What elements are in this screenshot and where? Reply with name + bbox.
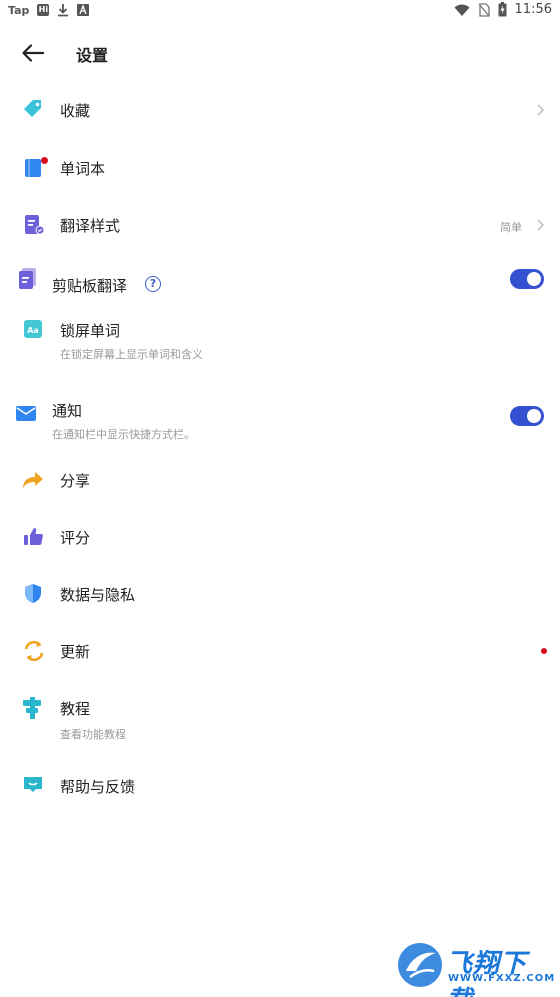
- status-time: 11:56: [514, 2, 552, 17]
- settings-item-label: 单词本: [60, 160, 106, 178]
- settings-item-subtitle: 查看功能教程: [60, 728, 126, 741]
- watermark-brand: 飞翔下载: [446, 949, 528, 997]
- settings-item-label: 翻译样式: [60, 217, 121, 235]
- settings-item-lockscreen-words[interactable]: Aa 锁屏单词 在锁定屏幕上显示单词和含义: [0, 316, 560, 372]
- settings-item-rate[interactable]: 评分: [0, 515, 560, 559]
- shield-icon: [25, 584, 41, 603]
- settings-item-label: 通知: [52, 402, 83, 420]
- wifi-icon: [454, 4, 470, 16]
- settings-item-data-privacy[interactable]: 数据与隐私: [0, 572, 560, 616]
- font-a-icon: [77, 4, 90, 16]
- chevron-right-icon: [537, 104, 544, 116]
- settings-item-label: 剪贴板翻译: [52, 277, 128, 295]
- settings-item-label: 分享: [60, 472, 91, 490]
- settings-item-clipboard-translate[interactable]: 剪贴板翻译 ?: [0, 262, 560, 306]
- settings-item-subtitle: 在锁定屏幕上显示单词和含义: [60, 348, 203, 361]
- settings-item-notification[interactable]: 通知 在通知栏中显示快捷方式栏。: [0, 394, 560, 444]
- watermark-emblem-icon: [398, 943, 442, 987]
- settings-item-share[interactable]: 分享: [0, 458, 560, 502]
- refresh-icon: [24, 640, 44, 662]
- settings-item-help-feedback[interactable]: 帮助与反馈: [0, 764, 560, 808]
- settings-item-label: 评分: [60, 529, 91, 547]
- document-style-icon: [25, 215, 45, 235]
- thumbs-up-icon: [24, 528, 43, 545]
- app-header: 设置: [0, 28, 560, 76]
- clipboard-icon: [19, 268, 36, 289]
- status-tap-label: Tap: [8, 3, 30, 17]
- settings-item-label: 教程: [60, 700, 91, 718]
- help-question-icon[interactable]: ?: [145, 276, 161, 292]
- status-bar: Tap Hi 11:56: [0, 0, 560, 24]
- settings-item-label: 帮助与反馈: [60, 778, 136, 796]
- feedback-icon: [24, 777, 42, 792]
- notification-dot: [41, 157, 48, 164]
- watermark-url: WWW.FXXZ.COM: [448, 973, 556, 984]
- chevron-right-icon: [537, 219, 544, 231]
- settings-item-label: 收藏: [60, 102, 91, 120]
- clipboard-translate-toggle[interactable]: [510, 269, 544, 289]
- settings-item-favorites[interactable]: 收藏: [0, 88, 560, 132]
- signpost-icon: [23, 697, 41, 719]
- share-arrow-icon: [23, 472, 43, 488]
- status-left: Tap Hi: [8, 3, 90, 17]
- mail-icon: [16, 406, 36, 421]
- settings-item-subtitle: 在通知栏中显示快捷方式栏。: [52, 428, 195, 441]
- settings-item-label: 更新: [60, 643, 91, 661]
- notification-toggle[interactable]: [510, 406, 544, 426]
- watermark-logo: 飞翔下载 WWW.FXXZ.COM: [396, 939, 556, 997]
- tag-icon: [24, 100, 41, 117]
- page-title: 设置: [76, 46, 109, 65]
- no-sim-icon: [478, 2, 490, 17]
- settings-item-wordbook[interactable]: 单词本: [0, 146, 560, 190]
- settings-item-label: 锁屏单词: [60, 322, 121, 340]
- notification-dot: [541, 648, 547, 654]
- settings-item-translation-style[interactable]: 翻译样式 简单: [0, 203, 560, 247]
- aa-icon: Aa: [24, 320, 42, 338]
- download-icon: [58, 4, 69, 17]
- translation-style-value: 简单: [500, 221, 522, 234]
- svg-text:Aa: Aa: [27, 326, 39, 335]
- settings-item-label: 数据与隐私: [60, 586, 136, 604]
- settings-item-tutorial[interactable]: 教程 查看功能教程: [0, 686, 560, 742]
- back-arrow-icon[interactable]: [20, 40, 46, 66]
- status-right: 11:56: [454, 2, 552, 17]
- battery-charging-icon: [498, 2, 507, 17]
- settings-item-update[interactable]: 更新: [0, 629, 560, 673]
- status-hi-icon: Hi: [37, 4, 50, 16]
